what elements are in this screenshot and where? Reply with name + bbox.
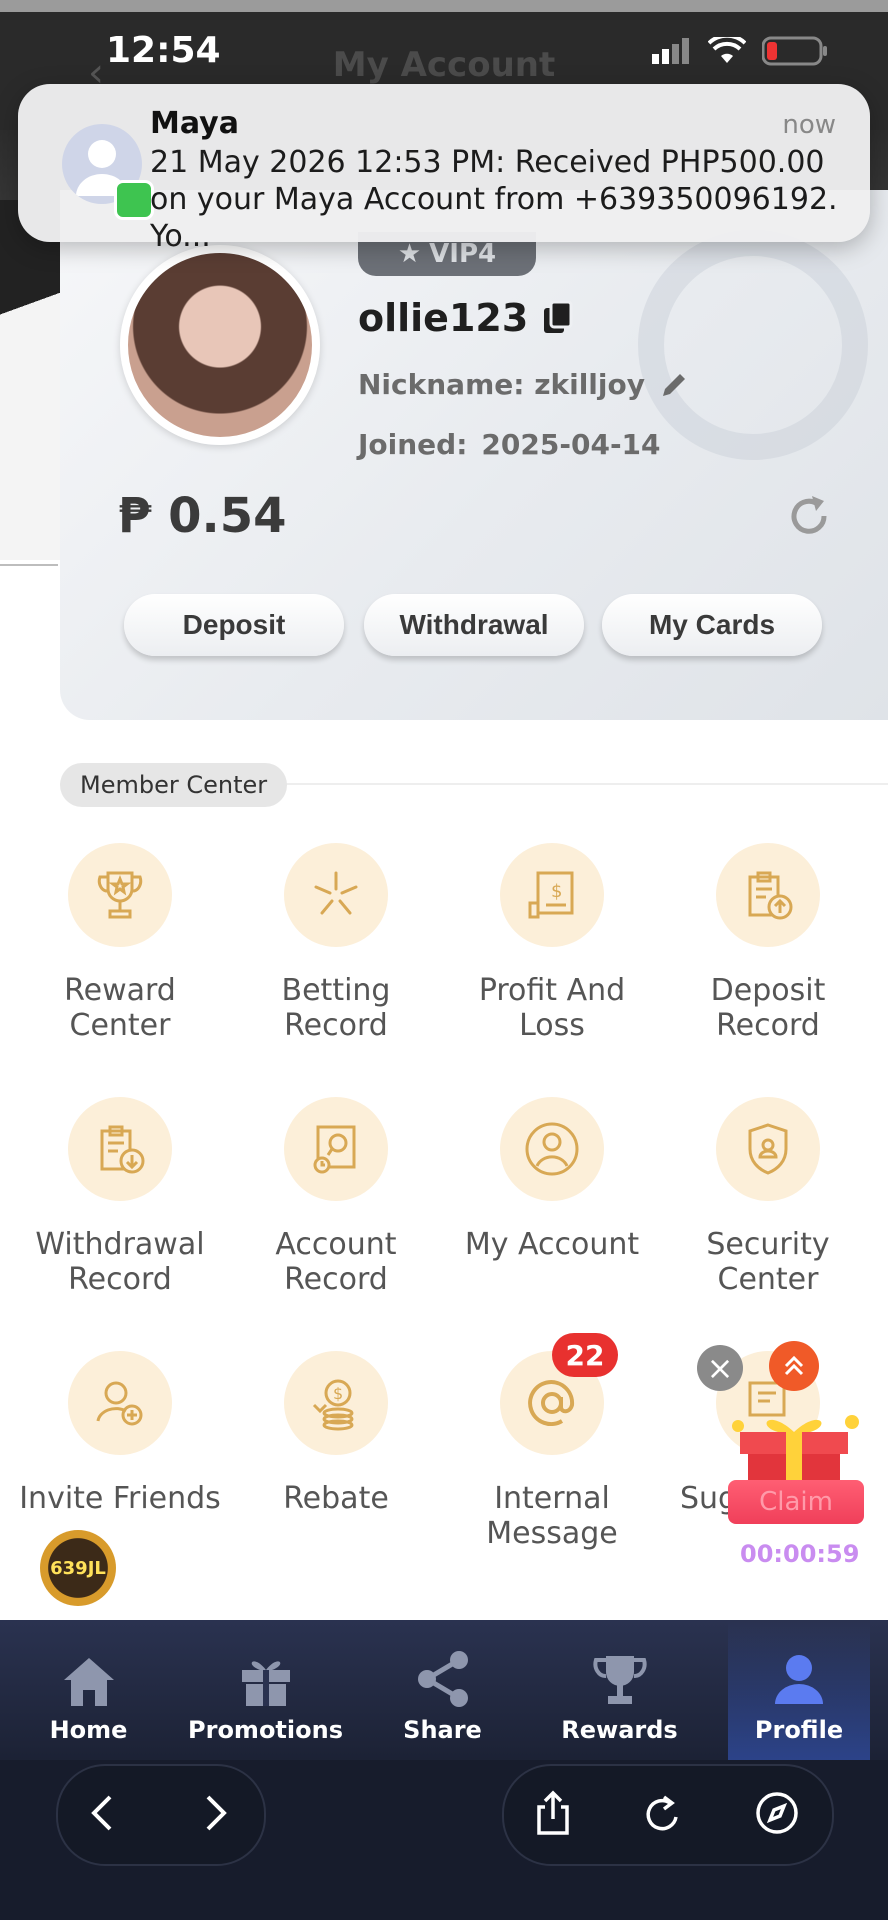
reload-icon[interactable] — [630, 1780, 696, 1846]
nav-home-label: Home — [49, 1716, 128, 1744]
deposit-record-label: Deposit Record — [710, 973, 826, 1043]
back-icon[interactable] — [70, 1780, 136, 1846]
profit-and-loss-label: Profit And Loss — [478, 973, 626, 1043]
forward-icon[interactable] — [182, 1780, 248, 1846]
betting-record-label: Betting Record — [281, 973, 391, 1043]
nav-rewards-label: Rewards — [561, 1716, 678, 1744]
home-icon — [63, 1658, 114, 1706]
profile-icon — [775, 1655, 823, 1704]
joined-label: Joined: — [358, 428, 468, 461]
account-record-item[interactable]: Account Record — [228, 1097, 444, 1297]
internal-message-item[interactable]: Internal Message — [444, 1351, 660, 1551]
user-plus-icon — [68, 1351, 172, 1455]
clipboard-download-icon — [68, 1097, 172, 1201]
background-decoration — [0, 200, 60, 560]
status-time: 12:54 — [106, 30, 221, 71]
share-sheet-icon[interactable] — [520, 1780, 586, 1846]
coins-icon: $ — [284, 1351, 388, 1455]
account-record-label: Account Record — [275, 1227, 397, 1297]
my-account-item[interactable]: My Account — [444, 1097, 660, 1262]
nickname-row: Nickname: zkilljoy — [358, 368, 689, 401]
member-center-label: Member Center — [60, 763, 288, 807]
vip-medal-watermark — [638, 230, 868, 460]
username-text: ollie123 — [358, 296, 529, 340]
account-record-icon — [284, 1097, 388, 1201]
clipboard-upload-icon — [716, 843, 820, 947]
nav-profile-label: Profile — [754, 1716, 844, 1744]
bottom-navigation: Home Promotions Share Rewards Profile — [0, 1620, 888, 1760]
invite-friends-label: Invite Friends — [19, 1481, 221, 1516]
security-center-label: Security Center — [706, 1227, 830, 1297]
app-logo[interactable]: 639JL — [40, 1530, 116, 1606]
joined-row: Joined: 2025-04-14 — [358, 428, 661, 461]
divider — [0, 564, 58, 566]
joined-date: 2025-04-14 — [481, 428, 661, 461]
nav-rewards[interactable]: Rewards — [531, 1620, 708, 1760]
notification-banner[interactable]: Maya now 21 May 2026 12:53 PM: Received … — [18, 84, 870, 254]
chevron-up-icon[interactable] — [769, 1341, 819, 1391]
close-icon[interactable]: × — [697, 1345, 743, 1391]
avatar[interactable] — [120, 245, 320, 445]
my-cards-button[interactable]: My Cards — [602, 594, 822, 656]
profit-and-loss-item[interactable]: $ Profit And Loss — [444, 843, 660, 1043]
rebate-label: Rebate — [283, 1481, 389, 1516]
refresh-icon[interactable] — [786, 494, 832, 540]
betting-record-item[interactable]: Betting Record — [228, 843, 444, 1043]
security-center-item[interactable]: Security Center — [660, 1097, 876, 1297]
nav-share[interactable]: Share — [354, 1620, 531, 1760]
nav-promotions[interactable]: Promotions — [177, 1620, 354, 1760]
notification-time: now — [782, 110, 836, 140]
svg-text:$: $ — [551, 881, 562, 902]
invite-friends-item[interactable]: Invite Friends — [12, 1351, 228, 1516]
user-circle-icon — [500, 1097, 604, 1201]
claim-timer: 00:00:59 — [740, 1540, 860, 1568]
edit-pencil-icon[interactable] — [659, 370, 689, 400]
reward-center-label: Reward Center — [64, 973, 176, 1043]
trophy-icon — [592, 1656, 647, 1704]
svg-text:$: $ — [333, 1384, 343, 1403]
withdrawal-button[interactable]: Withdrawal — [364, 594, 584, 656]
nav-share-label: Share — [403, 1716, 482, 1744]
my-account-label: My Account — [464, 1227, 640, 1262]
wifi-icon — [708, 37, 746, 63]
rebate-item[interactable]: $ Rebate — [228, 1351, 444, 1516]
trophy-icon — [68, 843, 172, 947]
receipt-icon: $ — [500, 843, 604, 947]
notification-body: 21 May 2026 12:53 PM: Received PHP500.00… — [150, 145, 838, 254]
withdrawal-record-item[interactable]: Withdrawal Record — [12, 1097, 228, 1297]
nickname-text: Nickname: zkilljoy — [358, 368, 645, 401]
withdrawal-record-label: Withdrawal Record — [35, 1227, 205, 1297]
nav-promotions-label: Promotions — [188, 1716, 343, 1744]
signal-icon — [652, 38, 689, 64]
compass-icon[interactable] — [744, 1780, 810, 1846]
reward-center-item[interactable]: Reward Center — [12, 843, 228, 1043]
burst-icon — [284, 843, 388, 947]
unread-message-badge: 22 — [552, 1333, 618, 1377]
claim-button[interactable]: Claim — [728, 1480, 864, 1524]
status-icons — [652, 36, 828, 66]
gift-icon — [241, 1661, 290, 1706]
username: ollie123 — [358, 296, 574, 340]
copy-icon[interactable] — [542, 301, 574, 335]
battery-icon — [762, 36, 827, 66]
balance: ₱ 0.54 — [118, 488, 287, 544]
deposit-button[interactable]: Deposit — [124, 594, 344, 656]
shield-user-icon — [716, 1097, 820, 1201]
internal-message-label: Internal Message — [486, 1481, 618, 1551]
top-stripe — [0, 0, 888, 12]
nav-home[interactable]: Home — [0, 1620, 177, 1760]
nav-profile[interactable]: Profile — [728, 1620, 870, 1760]
messages-app-icon — [114, 180, 154, 220]
notification-title: Maya — [150, 106, 239, 141]
deposit-record-item[interactable]: Deposit Record — [660, 843, 876, 1043]
share-icon — [417, 1651, 468, 1707]
